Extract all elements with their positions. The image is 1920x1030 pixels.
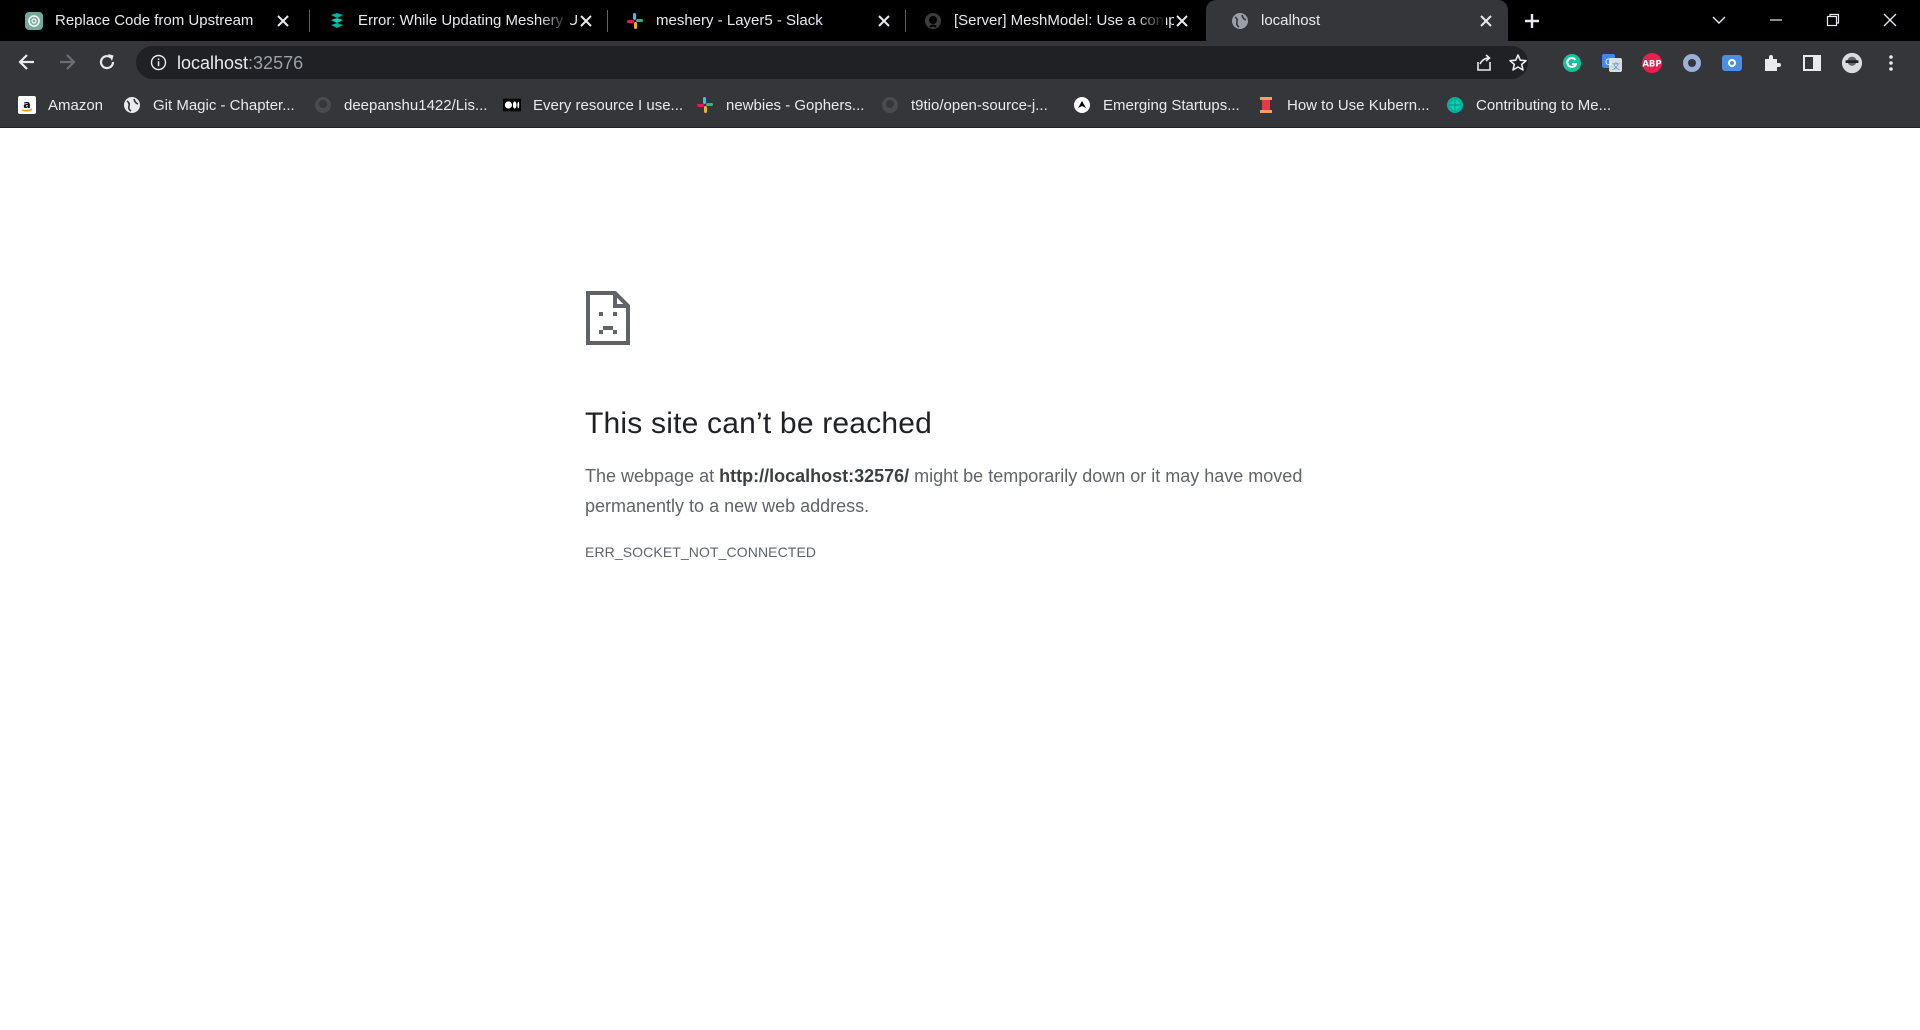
slack-icon [696,96,714,114]
close-window-button[interactable] [1862,0,1918,40]
forward-button[interactable] [52,47,82,77]
tab-error-meshery[interactable]: Error: While Updating Meshery U [303,0,608,41]
svg-text:G: G [1605,58,1612,68]
kebab-menu-icon[interactable] [1880,52,1902,74]
bookmark-contributing[interactable]: Contributing to Me... [1446,95,1611,115]
error-code: ERR_SOCKET_NOT_CONNECTED [585,544,817,560]
sad-document-icon [586,291,630,345]
tab-title: localhost [1261,12,1321,29]
screen-capture-icon[interactable] [1721,52,1743,74]
page-content: This site can’t be reached The webpage a… [0,128,1920,1030]
tab-slack[interactable]: meshery - Layer5 - Slack [601,0,906,41]
svg-text:a: a [23,98,30,111]
error-url: http://localhost:32576/ [719,466,910,486]
bookmark-label: deepanshu1422/Lis... [344,96,488,114]
address-bar[interactable]: localhost:32576 [136,46,1528,79]
bookmark-kubernetes[interactable]: How to Use Kubern... [1257,95,1430,115]
reload-button[interactable] [92,47,122,77]
tab-meshmodel-github[interactable]: [Server] MeshModel: Use a comp [899,0,1204,41]
extension-circle-icon[interactable] [1681,52,1703,74]
plus-icon [1525,14,1539,28]
bookmark-emerging-startups[interactable]: Emerging Startups... [1073,95,1240,115]
restore-button[interactable] [1805,0,1861,40]
adblock-plus-icon[interactable]: ABP [1641,52,1663,74]
tab-search-button[interactable] [1691,0,1747,40]
meshery-icon [328,12,346,30]
reload-icon [99,54,115,70]
tab-title: meshery - Layer5 - Slack [656,12,823,29]
bookmark-amazon[interactable]: a Amazon [18,95,103,115]
tab-replace-code[interactable]: Replace Code from Upstream [0,0,305,41]
tab-title: Replace Code from Upstream [55,12,254,29]
side-panel-icon[interactable] [1801,52,1823,74]
close-icon[interactable] [576,11,596,31]
bookmarks-bar: a Amazon Git Magic - Chapter... deepansh… [0,83,1920,128]
bookmark-label: Emerging Startups... [1103,96,1240,114]
github-icon [314,96,332,114]
tab-localhost[interactable]: localhost [1206,0,1508,41]
bookmark-label: Amazon [48,96,104,114]
medium-icon [503,96,521,114]
bookmark-git-magic[interactable]: Git Magic - Chapter... [123,95,295,115]
avatar[interactable] [1841,52,1863,74]
minimize-button[interactable] [1748,0,1804,40]
bookmark-deepanshu[interactable]: deepanshu1422/Lis... [314,95,487,115]
tab-strip: Replace Code from Upstream Error: While … [0,0,1920,41]
close-icon [1883,13,1897,27]
close-icon[interactable] [1172,11,1192,31]
slack-icon [626,12,644,30]
amazon-icon: a [18,96,36,114]
bookmark-label: newbies - Gophers... [726,96,865,114]
chevron-down-icon [1712,16,1726,24]
bookmark-label: How to Use Kubern... [1287,96,1430,114]
address-text[interactable]: localhost:32576 [177,54,303,72]
spool-icon [1257,96,1275,114]
restore-icon [1826,13,1840,27]
puzzle-icon[interactable] [1761,52,1783,74]
bookmark-label: Git Magic - Chapter... [153,96,295,114]
svg-text:文: 文 [1612,61,1620,71]
tab-title-fade [1136,8,1166,34]
toolbar: localhost:32576 G文 ABP [0,41,1920,83]
meshery-icon [1446,96,1464,114]
share-icon[interactable] [1473,52,1495,74]
arrow-circle-icon [1073,96,1091,114]
github-icon [924,12,942,30]
close-icon[interactable] [1476,11,1496,31]
grammarly-icon[interactable] [1561,52,1583,74]
arrow-right-icon [60,54,76,70]
address-host: localhost [177,53,249,73]
globe-icon [1231,12,1249,30]
github-icon [881,96,899,114]
bookmark-every-resource[interactable]: Every resource I use... [503,95,683,115]
bookmark-label: Every resource I use... [533,96,684,114]
bookmark-star-icon[interactable] [1507,52,1529,74]
back-button[interactable] [12,47,42,77]
bookmark-label: Contributing to Me... [1476,96,1612,114]
error-description: The webpage at http://localhost:32576/ m… [585,461,1305,521]
google-translate-icon[interactable]: G文 [1601,52,1623,74]
error-title: This site can’t be reached [585,407,933,440]
arrow-left-icon [18,54,34,70]
adblock-label: ABP [1642,60,1661,70]
tab-title-fade [540,8,570,34]
bookmark-label: t9tio/open-source-j... [911,96,1048,114]
minimize-icon [1770,19,1782,21]
openai-icon [25,12,43,30]
new-tab-button[interactable] [1519,9,1545,33]
close-icon[interactable] [874,11,894,31]
address-port: :32576 [248,53,304,73]
info-icon[interactable] [150,54,167,71]
close-icon[interactable] [273,11,293,31]
bookmark-newbies-gophers[interactable]: newbies - Gophers... [696,95,864,115]
globe-icon [123,96,141,114]
bookmark-t9tio[interactable]: t9tio/open-source-j... [881,95,1048,115]
error-desc-prefix: The webpage at [585,466,720,486]
